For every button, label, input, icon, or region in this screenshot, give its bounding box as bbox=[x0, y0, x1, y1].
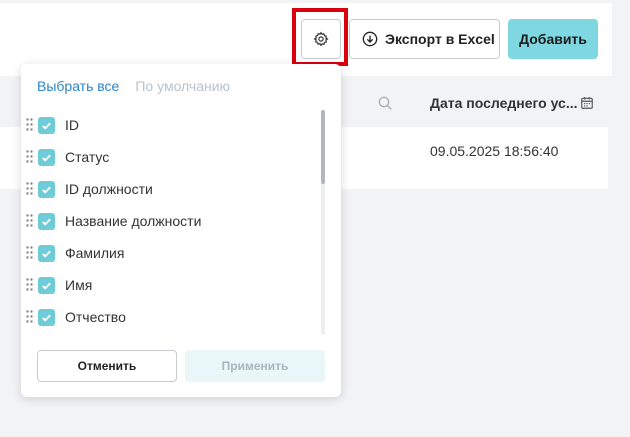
checkbox[interactable] bbox=[38, 245, 55, 262]
scrollbar[interactable] bbox=[321, 110, 325, 335]
column-label: ID bbox=[65, 117, 79, 133]
column-label: ID должности bbox=[65, 181, 153, 197]
scrollbar-thumb[interactable] bbox=[321, 110, 325, 184]
drag-handle-icon[interactable] bbox=[26, 182, 33, 195]
checkbox[interactable] bbox=[38, 213, 55, 230]
default-link[interactable]: По умолчанию bbox=[135, 78, 230, 94]
gear-icon bbox=[313, 31, 329, 47]
column-settings-button[interactable] bbox=[301, 19, 341, 59]
apply-button[interactable]: Применить bbox=[185, 350, 325, 382]
add-button[interactable]: Добавить bbox=[508, 19, 598, 59]
check-icon bbox=[42, 154, 51, 162]
drag-handle-icon[interactable] bbox=[26, 214, 33, 227]
check-icon bbox=[42, 122, 51, 130]
check-icon bbox=[42, 314, 51, 322]
check-icon bbox=[42, 186, 51, 194]
column-label: Имя bbox=[65, 277, 93, 293]
drag-handle-icon[interactable] bbox=[26, 310, 33, 323]
export-excel-button[interactable]: Экспорт в Excel bbox=[349, 19, 500, 59]
column-label: Отчество bbox=[65, 309, 126, 325]
column-label: Фамилия bbox=[65, 245, 125, 261]
column-settings-popup: Выбрать все По умолчанию ID Статус ID до… bbox=[21, 64, 341, 397]
drag-handle-icon[interactable] bbox=[26, 118, 33, 131]
list-item[interactable]: Отчество bbox=[21, 301, 331, 333]
list-item[interactable]: Имя bbox=[21, 269, 331, 301]
drag-handle-icon[interactable] bbox=[26, 246, 33, 259]
select-all-link[interactable]: Выбрать все bbox=[37, 78, 119, 94]
cell-last-date: 09.05.2025 18:56:40 bbox=[430, 143, 559, 159]
list-item[interactable]: ID bbox=[21, 109, 331, 141]
checkbox[interactable] bbox=[38, 277, 55, 294]
export-label: Экспорт в Excel bbox=[385, 31, 495, 47]
list-item[interactable]: Статус bbox=[21, 141, 331, 173]
checkbox[interactable] bbox=[38, 149, 55, 166]
column-label: Название должности bbox=[65, 213, 202, 229]
calendar-icon[interactable] bbox=[580, 96, 594, 110]
search-icon[interactable] bbox=[377, 95, 393, 111]
drag-handle-icon[interactable] bbox=[26, 278, 33, 291]
list-item[interactable]: Название должности bbox=[21, 205, 331, 237]
list-item[interactable]: ID должности bbox=[21, 173, 331, 205]
list-item[interactable]: Фамилия bbox=[21, 237, 331, 269]
column-label: Статус bbox=[65, 149, 110, 165]
checkbox[interactable] bbox=[38, 309, 55, 326]
column-header-last-date[interactable]: Дата последнего ус... bbox=[430, 95, 578, 111]
check-icon bbox=[42, 282, 51, 290]
check-icon bbox=[42, 250, 51, 258]
popup-links: Выбрать все По умолчанию bbox=[37, 78, 230, 94]
drag-handle-icon[interactable] bbox=[26, 150, 33, 163]
cancel-button[interactable]: Отменить bbox=[37, 350, 177, 382]
checkbox[interactable] bbox=[38, 117, 55, 134]
checkbox[interactable] bbox=[38, 181, 55, 198]
download-circle-icon bbox=[362, 31, 378, 47]
check-icon bbox=[42, 218, 51, 226]
column-list: ID Статус ID должности Название должност… bbox=[21, 109, 331, 334]
